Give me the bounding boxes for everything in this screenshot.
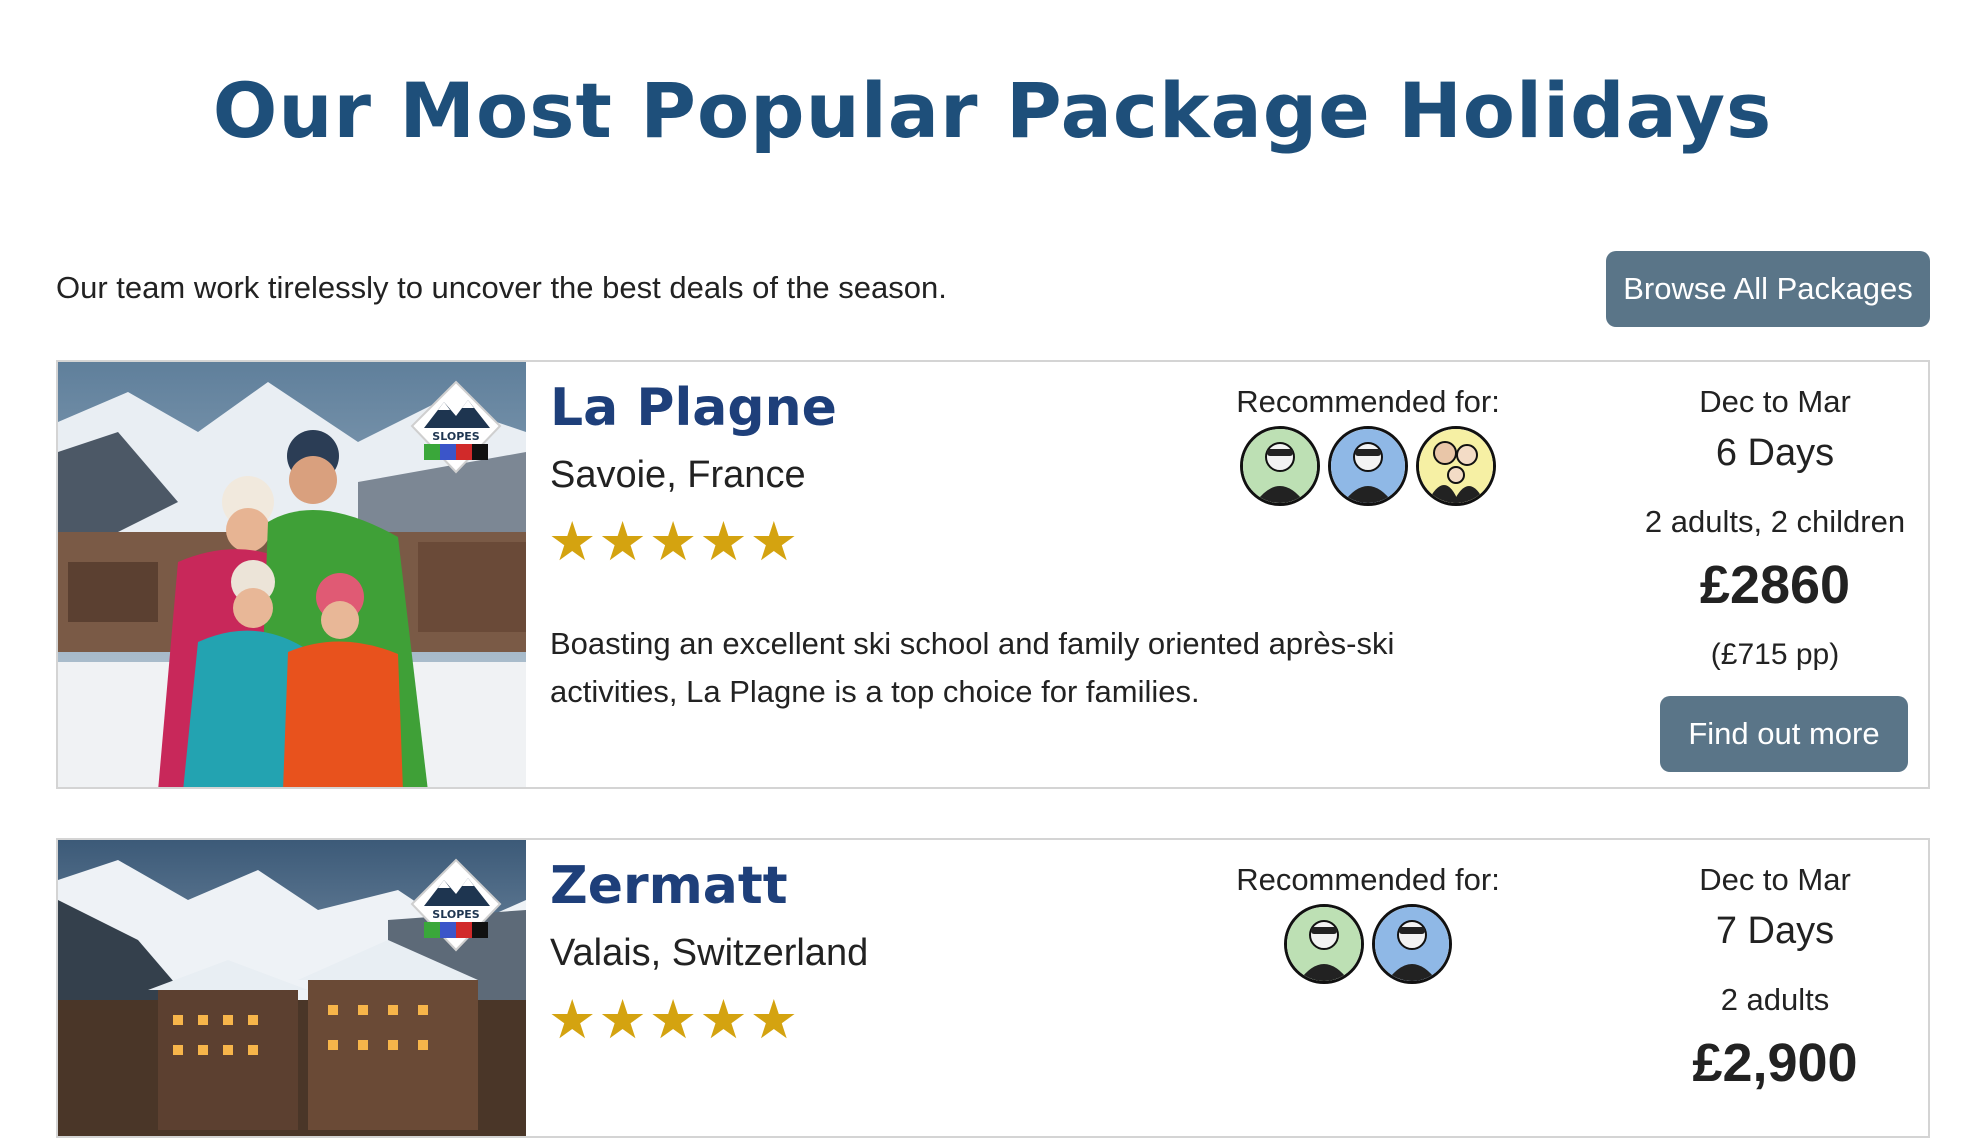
price-per-person: (£715 pp): [1710, 638, 1840, 671]
package-card-zermatt[interactable]: SLOPES Zermatt Valais, Switzerland ★★★★★…: [56, 838, 1930, 1138]
duration-text: 7 Days: [1715, 910, 1835, 952]
resort-region: Valais, Switzerland: [550, 932, 869, 974]
resort-name[interactable]: La Plagne: [550, 378, 837, 438]
woman-snowboarder-avatar: [1372, 904, 1452, 984]
star-rating: ★★★★★: [548, 990, 801, 1050]
package-price: £2860: [1699, 555, 1851, 615]
recommended-avatars: [1178, 904, 1558, 984]
party-size-text: 2 adults, 2 children: [1644, 504, 1906, 539]
package-price: £2,900: [1692, 1033, 1858, 1093]
logo-text: SLOPES: [432, 908, 479, 921]
star-rating: ★★★★★: [548, 512, 801, 572]
resort-name[interactable]: Zermatt: [550, 856, 788, 916]
duration-text: 6 Days: [1715, 432, 1835, 474]
party-size-text: 2 adults: [1720, 982, 1830, 1017]
woman-skier-avatar: [1284, 904, 1364, 984]
slopes-logo: SLOPES: [410, 858, 502, 952]
logo-text: SLOPES: [432, 430, 479, 443]
family-avatar: [1416, 426, 1496, 506]
season-text: Dec to Mar: [1699, 384, 1851, 419]
intro-text: Our team work tirelessly to uncover the …: [56, 270, 947, 305]
slopes-logo: SLOPES: [410, 380, 502, 474]
recommended-for-label: Recommended for:: [1236, 384, 1500, 419]
package-description: Boasting an excellent ski school and fam…: [550, 626, 1395, 709]
season-text: Dec to Mar: [1699, 862, 1851, 897]
resort-region: Savoie, France: [550, 454, 806, 496]
woman-snowboarder-avatar: [1328, 426, 1408, 506]
page-title: Our Most Popular Package Holidays: [212, 66, 1773, 155]
package-photo-zermatt: SLOPES: [58, 840, 526, 1136]
recommended-avatars: [1178, 426, 1558, 506]
package-card-la-plagne[interactable]: SLOPES La Plagne Savoie, France ★★★★★ Bo…: [56, 360, 1930, 789]
package-photo-la-plagne: SLOPES: [58, 362, 526, 787]
browse-all-packages-button[interactable]: Browse All Packages: [1606, 251, 1930, 327]
recommended-for-label: Recommended for:: [1236, 862, 1500, 897]
woman-skier-avatar: [1240, 426, 1320, 506]
find-out-more-button[interactable]: Find out more: [1660, 696, 1908, 772]
